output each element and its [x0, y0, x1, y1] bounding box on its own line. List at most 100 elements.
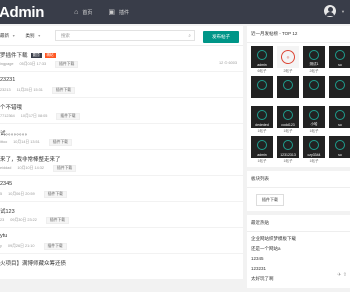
post-title[interactable]: ytu	[0, 233, 7, 239]
post-title[interactable]: 试。。。。。。。。	[0, 129, 30, 137]
chevron-down-icon: ▼	[37, 34, 40, 38]
top-poster[interactable]: ◎2帖子	[276, 46, 300, 75]
avatar: so	[329, 106, 350, 128]
post-row[interactable]: 试1232309月30日 23:22插件下载	[0, 202, 243, 228]
post-row[interactable]: 火项目】满博师藏众筹还债	[0, 254, 243, 280]
post-category-tag[interactable]: 插件下载	[44, 191, 67, 198]
poster-count: 1帖子	[250, 159, 274, 165]
post-title[interactable]: 个不错哦	[0, 103, 22, 111]
top-poster[interactable]	[328, 76, 350, 105]
poster-count: 1帖子	[302, 159, 326, 165]
top-poster[interactable]	[250, 76, 274, 105]
post-author[interactable]: y	[0, 244, 2, 248]
post-author[interactable]: 23	[0, 218, 4, 222]
post-row[interactable]: 个不错哦 7712364 10月17日 08:05 插件下载	[0, 98, 243, 124]
user-avatar[interactable]	[324, 5, 336, 17]
brand-logo[interactable]: Admin	[0, 4, 44, 21]
hot-post-link[interactable]: 123231	[251, 264, 346, 274]
avatar-ring-icon	[283, 140, 293, 150]
top-poster[interactable]: so	[328, 46, 350, 75]
post-category-tag[interactable]: 插件下载	[46, 217, 69, 224]
poster-name: so	[329, 63, 350, 67]
top-poster[interactable]: dededed1帖子	[250, 106, 274, 135]
post-row[interactable]: 来了，我非常棒整走来了eiddad10月10日 14:32插件下载	[0, 150, 243, 176]
sort-dropdown[interactable]: 最新 ▼	[0, 33, 15, 39]
poster-count: 1帖子	[276, 129, 300, 135]
hot-post-link[interactable]: 企业网站织梦模板下载	[251, 234, 346, 244]
post-time: 10月17日 08:05	[21, 114, 48, 118]
post-category-tag[interactable]: 插件下载	[55, 61, 78, 68]
chevron-down-icon: ▼	[12, 34, 15, 38]
post-category-tag[interactable]: 插件下载	[44, 243, 67, 250]
sidebar: 近一月发帖榜 - TOP 12 admin6帖子◎2帖子测试12帖子sodede…	[247, 26, 350, 292]
type-dropdown[interactable]: 类别 ▼	[25, 33, 40, 39]
plugin-icon: ▣	[108, 8, 115, 16]
poster-count	[276, 99, 300, 105]
poster-count: 1帖子	[250, 129, 274, 135]
avatar	[303, 76, 325, 98]
top-poster[interactable]: codd1231帖子	[276, 106, 300, 135]
poster-count	[328, 159, 350, 165]
top-poster[interactable]: admin 1帖子	[250, 136, 274, 165]
home-icon: ⌂	[74, 9, 78, 16]
search-icon[interactable]: ⌕	[188, 33, 191, 38]
nav-plugins-label: 插件	[119, 9, 129, 16]
avatar: so	[329, 46, 350, 68]
hot-post-link[interactable]: 还是一个网站a	[251, 244, 346, 254]
post-author[interactable]: ingpage	[0, 62, 14, 66]
nav-plugins[interactable]: ▣ 插件	[108, 8, 129, 16]
avatar	[277, 76, 299, 98]
post-author[interactable]: 23213	[0, 88, 11, 92]
post-title[interactable]: 来了，我非常棒整走来了	[0, 155, 61, 163]
top-poster[interactable]: admin6帖子	[250, 46, 274, 75]
publish-post-button[interactable]: 发布帖子	[203, 31, 239, 43]
top-poster[interactable]: 小哈1帖子	[302, 106, 326, 135]
hot-post-link[interactable]: 12345	[251, 254, 346, 264]
search-input[interactable]: 搜索 ⌕	[55, 30, 195, 41]
post-title[interactable]: 罗插件下载置顶精帖	[0, 51, 56, 59]
post-author[interactable]: 7712364	[0, 114, 15, 118]
top-poster[interactable]	[302, 76, 326, 105]
post-author[interactable]: 5	[0, 192, 2, 196]
post-category-tag[interactable]: 插件下载	[49, 139, 72, 146]
search-placeholder: 搜索	[61, 33, 70, 39]
post-category-tag[interactable]: 插件下载	[53, 165, 76, 172]
post-row[interactable]: 罗插件下载置顶精帖ingpage05月03日 17:33插件下载12 ⊙ 600…	[0, 46, 243, 72]
hot-post-link[interactable]: 太好玩了啊	[251, 274, 346, 284]
post-meta: y 09月26日 21:10 插件下载	[0, 243, 73, 250]
top-poster[interactable]: 测试12帖子	[302, 46, 326, 75]
poster-count	[328, 69, 350, 75]
top-posters-grid: admin6帖子◎2帖子测试12帖子sodededed1帖子codd1231帖子…	[247, 43, 350, 167]
category-plugin-download[interactable]: 插件下载	[256, 194, 284, 206]
post-row[interactable]: 2345510月06日 20:59插件下载	[0, 176, 243, 202]
post-meta	[0, 269, 12, 273]
post-row[interactable]: 232312321311月25日 15:31插件下载	[0, 72, 243, 98]
post-title[interactable]: 试123	[0, 207, 15, 215]
chevron-down-icon[interactable]: ▼	[341, 9, 345, 14]
top-poster[interactable]: czy33441帖子	[302, 136, 326, 165]
post-title[interactable]: 23231	[0, 77, 15, 83]
post-author[interactable]: ittoo	[0, 140, 7, 144]
poster-name: admin	[251, 153, 273, 157]
top-posters-title: 近一月发帖榜 - TOP 12	[247, 26, 350, 43]
nav-home[interactable]: ⌂ 首页	[74, 9, 92, 16]
avatar-ring-icon	[309, 110, 319, 120]
top-poster[interactable]	[276, 76, 300, 105]
post-meta: ingpage05月03日 17:33插件下载	[0, 61, 84, 68]
top-poster[interactable]: 123123131帖子	[276, 136, 300, 165]
filter-bar: 最新 ▼ 类别 ▼ 搜索 ⌕ 发布帖子	[0, 26, 243, 46]
post-title[interactable]: 火项目】满博师藏众筹还债	[0, 259, 66, 267]
post-time: 09月26日 21:10	[8, 244, 35, 248]
hot-posts-panel: 最近热贴 企业网站织梦模板下载还是一个网站a12345123231太好玩了啊	[247, 215, 350, 288]
post-row[interactable]: ytu y 09月26日 21:10 插件下载	[0, 228, 243, 254]
post-author[interactable]: eiddad	[0, 166, 11, 170]
post-category-tag[interactable]: 插件下载	[56, 113, 79, 120]
post-row[interactable]: 试。。。。。。。。ittoo10月14日 13:51插件下载	[0, 124, 243, 150]
avatar-ring-icon	[257, 140, 267, 150]
top-poster[interactable]: so	[328, 136, 350, 165]
post-category-tag[interactable]: 插件下载	[52, 87, 75, 94]
poster-count	[302, 99, 326, 105]
post-title[interactable]: 2345	[0, 181, 12, 187]
share-icon[interactable]: ✈ ⇧	[337, 272, 347, 278]
top-poster[interactable]: so	[328, 106, 350, 135]
